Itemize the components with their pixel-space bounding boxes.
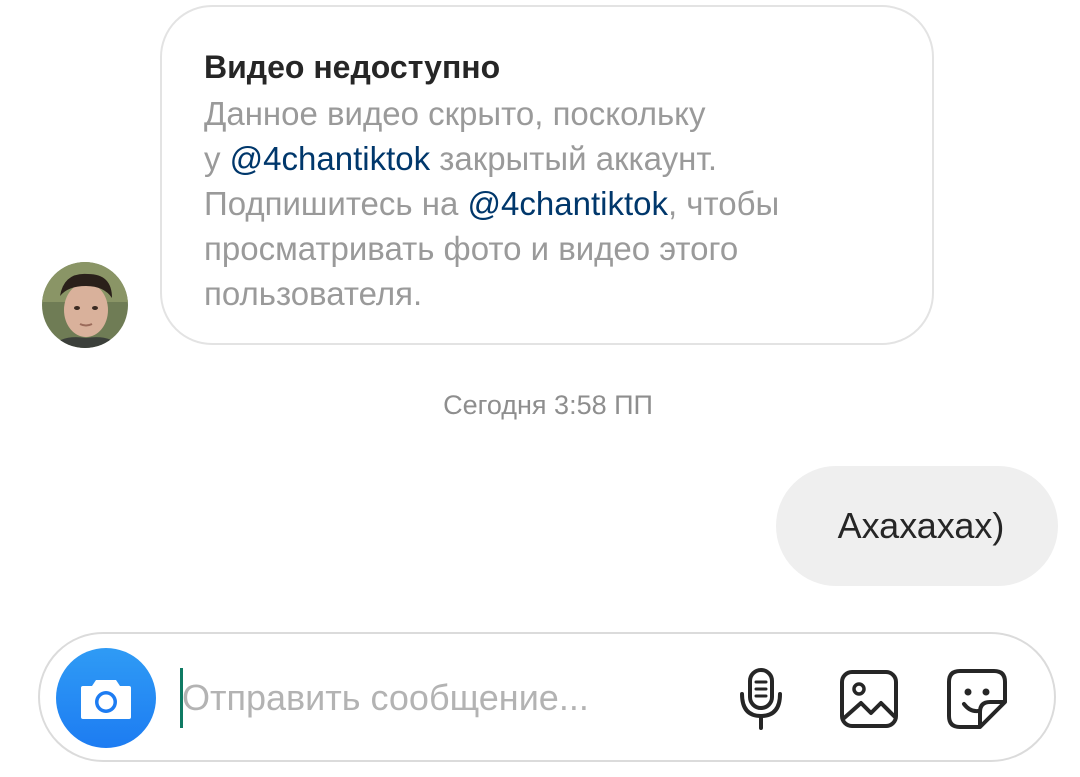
card-text: просматривать фото и видео этого bbox=[204, 230, 739, 267]
mention-link[interactable]: @4chantiktok bbox=[230, 140, 430, 177]
gallery-button[interactable] bbox=[836, 666, 902, 732]
gallery-icon bbox=[840, 670, 898, 728]
unavailable-video-card[interactable]: Видео недоступно Данное видео скрыто, по… bbox=[160, 5, 934, 345]
card-text: у bbox=[204, 140, 230, 177]
microphone-icon bbox=[740, 668, 782, 730]
card-line: у @4chantiktok закрытый аккаунт. bbox=[204, 136, 892, 181]
outgoing-message-text: Ахахахах) bbox=[837, 505, 1005, 546]
voice-message-button[interactable] bbox=[728, 666, 794, 732]
card-text: , чтобы bbox=[667, 185, 780, 222]
camera-button[interactable] bbox=[56, 648, 156, 748]
sticker-button[interactable] bbox=[944, 666, 1010, 732]
card-title: Видео недоступно bbox=[204, 49, 501, 85]
card-text: Подпишитесь на bbox=[204, 185, 468, 222]
mention-link[interactable]: @4chantiktok bbox=[468, 185, 668, 222]
card-line: Данное видео скрыто, поскольку bbox=[204, 91, 892, 136]
card-line: Подпишитесь на @4chantiktok, чтобы bbox=[204, 181, 892, 226]
card-body: Данное видео скрыто, поскольку у @4chant… bbox=[204, 91, 892, 316]
avatar[interactable] bbox=[42, 262, 128, 348]
sticker-icon bbox=[947, 669, 1007, 729]
avatar-photo bbox=[42, 262, 128, 348]
message-timestamp: Сегодня 3:58 ПП bbox=[443, 390, 653, 420]
card-text: Данное видео скрыто, поскольку bbox=[204, 95, 706, 132]
message-composer bbox=[38, 632, 1056, 762]
message-input[interactable] bbox=[182, 656, 702, 740]
camera-icon bbox=[81, 680, 131, 719]
chat-screen: Видео недоступно Данное видео скрыто, по… bbox=[0, 0, 1080, 777]
outgoing-message-bubble[interactable]: Ахахахах) bbox=[776, 466, 1058, 586]
card-line: пользователя. bbox=[204, 271, 892, 316]
card-line: просматривать фото и видео этого bbox=[204, 226, 892, 271]
card-text: пользователя. bbox=[204, 275, 423, 312]
card-text: закрытый аккаунт. bbox=[430, 140, 717, 177]
